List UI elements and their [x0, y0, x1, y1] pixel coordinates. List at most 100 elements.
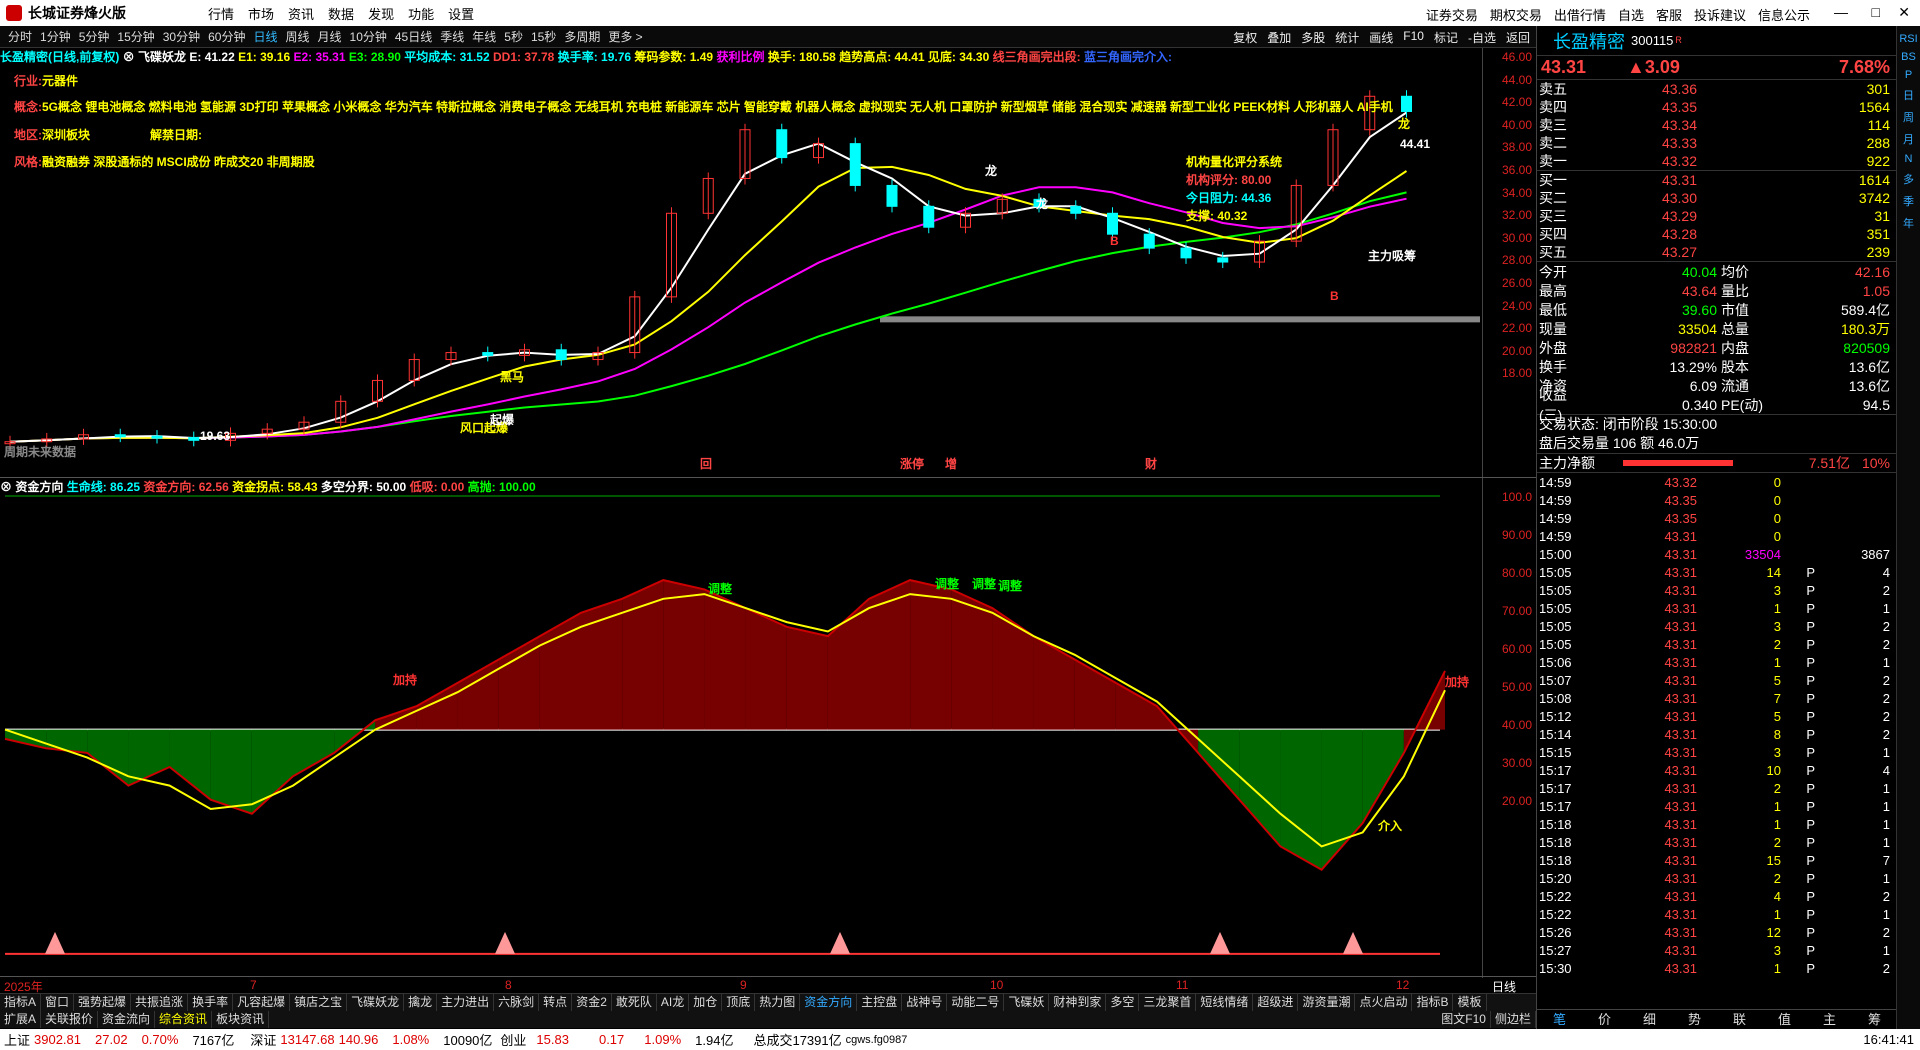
indicator-tab[interactable]: 窗口 [41, 994, 75, 1011]
indicator-tab[interactable]: 强势起爆 [74, 994, 132, 1011]
sidebar-button[interactable]: 季 [1903, 193, 1914, 209]
indicator-tab[interactable]: 超级进 [1253, 994, 1299, 1011]
indicator-tab[interactable]: 指标A [0, 994, 42, 1011]
period-tab[interactable]: 15秒 [531, 28, 556, 45]
sidebar-button[interactable]: P [1905, 69, 1912, 81]
chart-tool-button[interactable]: 标记 [1434, 29, 1458, 46]
book-row[interactable]: 买二 43.30 3742 [1537, 189, 1896, 207]
info-tab[interactable]: 资金流向 [98, 1011, 156, 1028]
indicator-tab[interactable]: 顶底 [722, 994, 756, 1011]
chart-tool-button[interactable]: F10 [1403, 29, 1424, 46]
sidebar-button[interactable]: 月 [1903, 131, 1914, 147]
period-tab[interactable]: 60分钟 [208, 28, 245, 45]
sidebar-button[interactable]: RSI [1899, 33, 1917, 45]
indicator-tab[interactable]: 敢死队 [612, 994, 657, 1011]
period-tab[interactable]: 5分钟 [79, 28, 110, 45]
indicator-name[interactable]: 飞碟妖龙 [138, 50, 186, 64]
indicator-tab[interactable]: 飞碟妖龙 [347, 994, 405, 1011]
chart-tool-button[interactable]: 画线 [1369, 29, 1393, 46]
period-tab[interactable]: 1分钟 [40, 28, 71, 45]
book-row[interactable]: 卖二 43.33 288 [1537, 134, 1896, 152]
period-tab[interactable]: 季线 [440, 28, 464, 45]
top-link[interactable]: 出借行情 [1554, 5, 1606, 24]
chart-tool-button[interactable]: 叠加 [1267, 29, 1291, 46]
period-tab[interactable]: 分时 [8, 28, 32, 45]
indicator-tab[interactable]: 多空 [1106, 994, 1140, 1011]
period-tab[interactable]: 30分钟 [163, 28, 200, 45]
book-row[interactable]: 卖五 43.36 301 [1537, 80, 1896, 98]
indicator-tab[interactable]: 指标B [1412, 994, 1454, 1011]
chart-tool-button[interactable]: 返回 [1506, 29, 1530, 46]
indicator-tab[interactable]: 凡容起爆 [233, 994, 291, 1011]
quote-tab[interactable]: 主 [1807, 1010, 1852, 1029]
chart-tool-button[interactable]: 多股 [1301, 29, 1325, 46]
indicator-tab[interactable]: 换手率 [188, 994, 234, 1011]
top-link[interactable]: 证券交易 [1426, 5, 1478, 24]
menu-item[interactable]: 行情 [208, 4, 234, 23]
menu-item[interactable]: 数据 [328, 4, 354, 23]
close-icon[interactable]: ✕ [1898, 4, 1910, 21]
indicator-tab[interactable]: 六脉剑 [494, 994, 540, 1011]
quote-tab[interactable]: 势 [1672, 1010, 1717, 1029]
indicator-tab[interactable]: 财神到家 [1049, 994, 1107, 1011]
sz-label[interactable]: 深证 [250, 1030, 276, 1049]
stock-chart-title[interactable]: 长盈精密(日线,前复权) [0, 50, 119, 64]
panel-tab[interactable]: 图文F10 [1437, 1011, 1491, 1028]
cy-label[interactable]: 创业 [500, 1030, 526, 1049]
menu-item[interactable]: 资讯 [288, 4, 314, 23]
quote-tab[interactable]: 价 [1582, 1010, 1627, 1029]
info-tab[interactable]: 综合资讯 [155, 1011, 213, 1028]
indicator-tab[interactable]: 短线情绪 [1196, 994, 1254, 1011]
sidebar-button[interactable]: 日 [1903, 87, 1914, 103]
quote-tab[interactable]: 笔 [1537, 1010, 1582, 1029]
indicator-tab[interactable]: 飞碟妖 [1004, 994, 1050, 1011]
sidebar-button[interactable]: 周 [1903, 109, 1914, 125]
period-tab[interactable]: 5秒 [504, 28, 523, 45]
indicator-tab[interactable]: 动能二号 [947, 994, 1005, 1011]
book-row[interactable]: 买五 43.27 239 [1537, 243, 1896, 261]
quote-tab[interactable]: 细 [1627, 1010, 1672, 1029]
top-link[interactable]: 信息公示 [1758, 5, 1810, 24]
indicator-tab[interactable]: 资金方向 [800, 994, 858, 1011]
indicator-tab[interactable]: 主控盘 [857, 994, 903, 1011]
indicator-tab[interactable]: 转点 [539, 994, 573, 1011]
indicator-tab[interactable]: 资金2 [572, 994, 612, 1011]
fund-direction-chart[interactable]: 调整 调整 调整 调整加持 加持介入 [0, 478, 1482, 976]
sidebar-button[interactable]: 多 [1903, 171, 1914, 187]
indicator-tab[interactable]: 共振追涨 [131, 994, 189, 1011]
indicator-tab[interactable]: 擒龙 [404, 994, 438, 1011]
maximize-icon[interactable]: □ [1872, 4, 1880, 20]
period-tab[interactable]: 更多 > [608, 28, 642, 45]
sh-label[interactable]: 上证 [4, 1030, 30, 1049]
chart-tool-button[interactable]: -自选 [1468, 29, 1496, 46]
info-tab[interactable]: 扩展A [0, 1011, 42, 1028]
menu-item[interactable]: 市场 [248, 4, 274, 23]
period-tab[interactable]: 45日线 [395, 28, 432, 45]
info-tab[interactable]: 板块资讯 [212, 1011, 270, 1028]
top-link[interactable]: 投诉建议 [1694, 5, 1746, 24]
info-tab[interactable]: 关联报价 [41, 1011, 99, 1028]
chart-tool-button[interactable]: 复权 [1233, 29, 1257, 46]
menu-item[interactable]: 发现 [368, 4, 394, 23]
book-row[interactable]: 买四 43.28 351 [1537, 225, 1896, 243]
quote-tab[interactable]: 值 [1762, 1010, 1807, 1029]
sidebar-button[interactable]: BS [1901, 51, 1916, 63]
period-tab[interactable]: 日线 [253, 28, 277, 45]
indicator-tab[interactable]: 点火启动 [1355, 994, 1413, 1011]
top-link[interactable]: 自选 [1618, 5, 1644, 24]
menu-item[interactable]: 功能 [408, 4, 434, 23]
sidebar-button[interactable]: N [1905, 153, 1913, 165]
indicator-tab[interactable]: 镇店之宝 [290, 994, 348, 1011]
book-row[interactable]: 卖三 43.34 114 [1537, 116, 1896, 134]
indicator-tab[interactable]: AI龙 [657, 994, 690, 1011]
book-row[interactable]: 买三 43.29 31 [1537, 207, 1896, 225]
main-kline-chart[interactable]: 龙龙龙黑马主力吸筹BB19.6344.41周期未来数据涨停增财回风口起爆起爆 [0, 66, 1482, 476]
chart-tool-button[interactable]: 统计 [1335, 29, 1359, 46]
quote-tab[interactable]: 筹 [1852, 1010, 1897, 1029]
indicator-tab[interactable]: 三龙聚首 [1139, 994, 1197, 1011]
indicator-tab[interactable]: 游资量潮 [1298, 994, 1356, 1011]
sidebar-button[interactable]: 年 [1903, 215, 1914, 231]
menu-item[interactable]: 设置 [448, 4, 474, 23]
sub-indicator-name[interactable]: 资金方向 [15, 480, 63, 494]
tick-list[interactable]: 14:59 43.32 0 14:59 43.35 0 14:59 43.35 0 14:59 43… [1537, 473, 1896, 977]
